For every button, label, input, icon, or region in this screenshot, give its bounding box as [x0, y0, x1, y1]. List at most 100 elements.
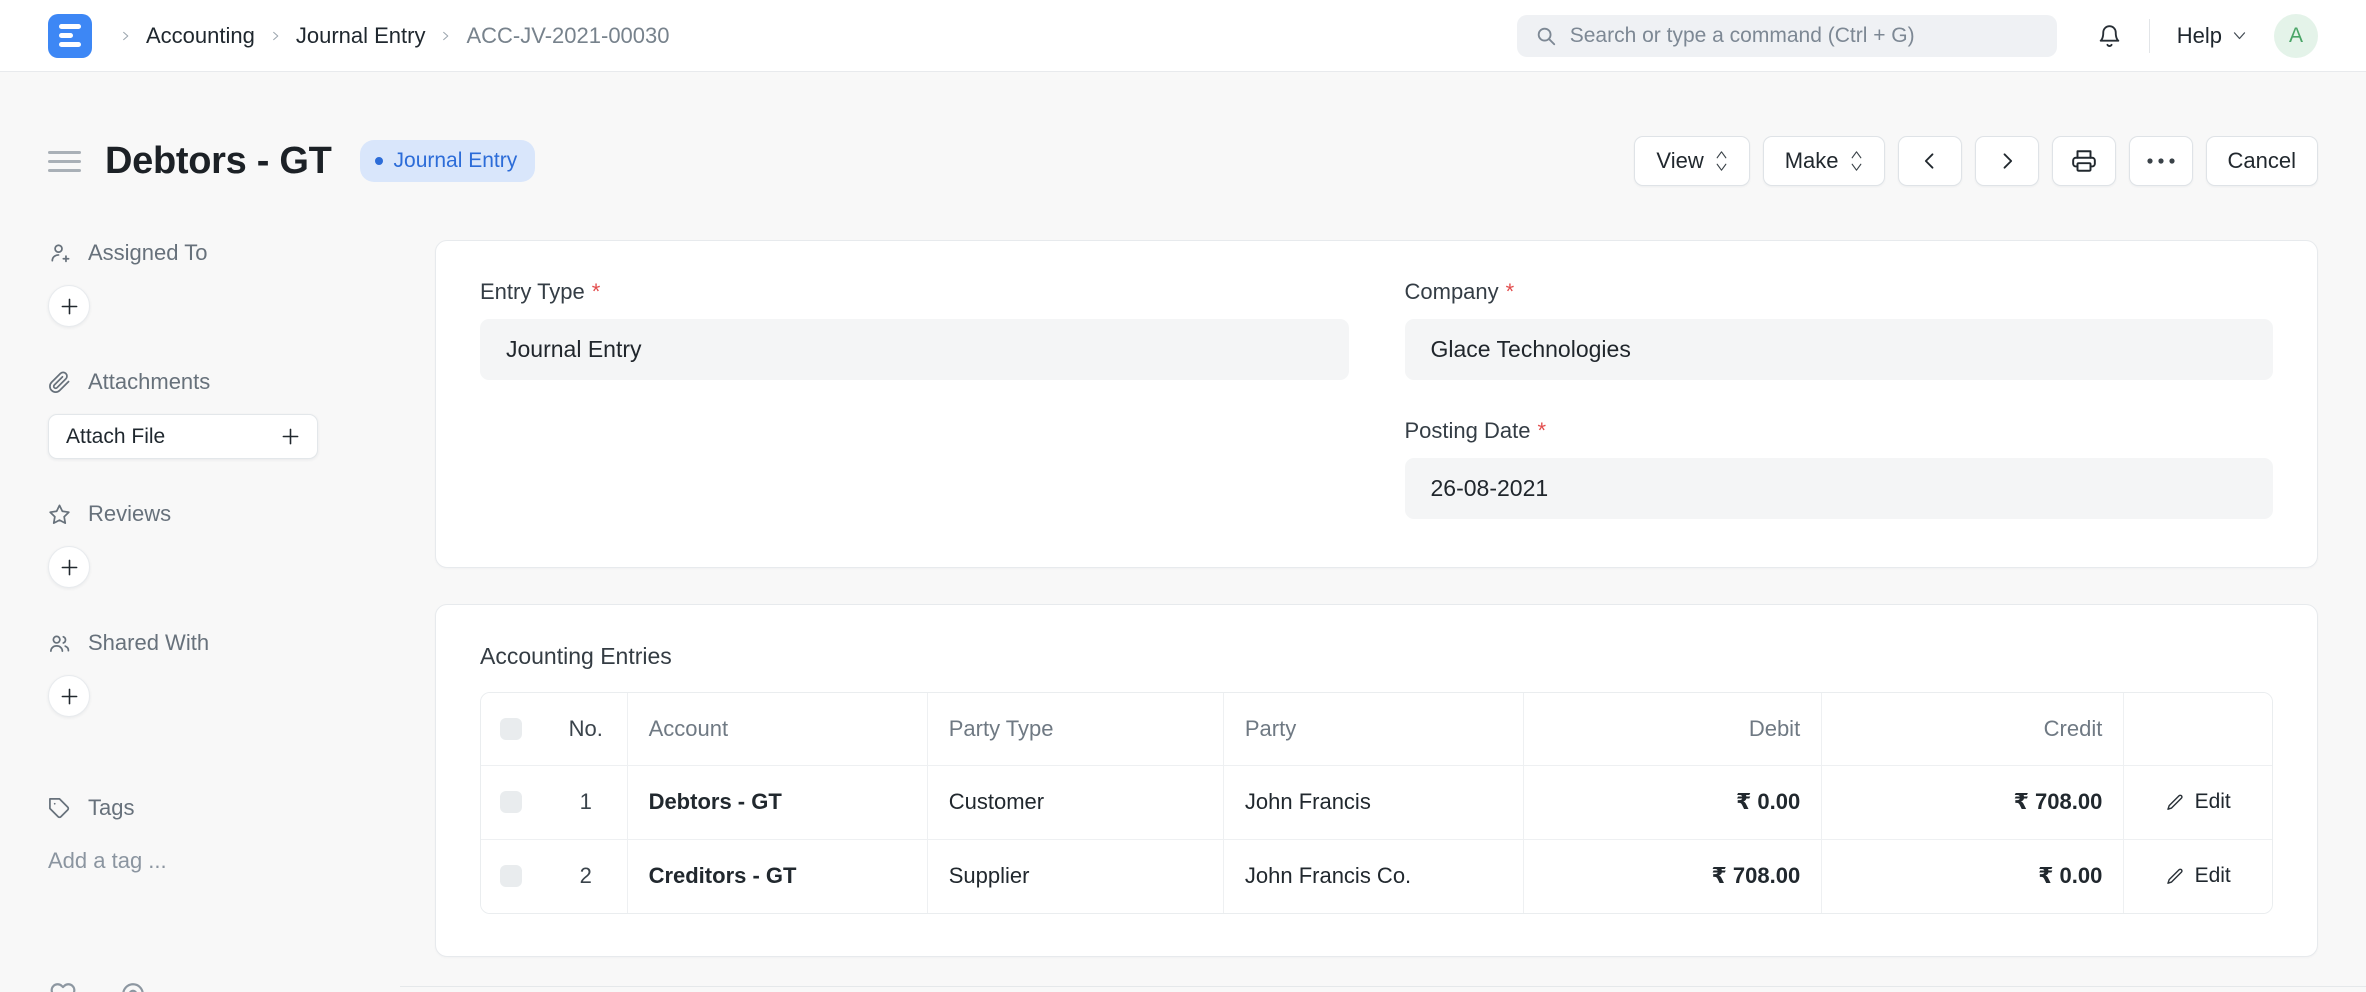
page-actions: View Make [1634, 136, 2318, 186]
eye-icon [120, 981, 146, 992]
debit-cell[interactable]: ₹ 708.00 [1524, 839, 1822, 913]
assigned-to-section: Assigned To [48, 240, 435, 266]
next-document-button[interactable] [1975, 136, 2039, 186]
star-icon [48, 503, 71, 526]
row-checkbox[interactable] [500, 791, 522, 813]
chevron-right-icon [120, 27, 131, 45]
column-header-no: No. [545, 693, 627, 765]
party-type-cell[interactable]: Supplier [927, 839, 1223, 913]
party-type-cell[interactable]: Customer [927, 765, 1223, 839]
breadcrumb-journal-entry[interactable]: Journal Entry [296, 23, 426, 49]
sidebar-footer-icons [50, 981, 146, 992]
notifications-button[interactable] [2097, 22, 2122, 49]
attachments-label: Attachments [88, 369, 210, 395]
bell-icon [2097, 22, 2122, 49]
help-label: Help [2177, 23, 2222, 49]
tags-label: Tags [88, 795, 134, 821]
credit-cell[interactable]: ₹ 708.00 [1822, 765, 2124, 839]
company-field: Company * Glace Technologies [1405, 279, 2274, 380]
chevron-right-icon [1997, 151, 2017, 171]
tags-section: Tags [48, 795, 435, 821]
attachments-section: Attachments [48, 369, 435, 395]
plus-icon [60, 558, 79, 577]
row-checkbox[interactable] [500, 865, 522, 887]
entry-type-input[interactable]: Journal Entry [480, 319, 1349, 380]
entry-type-label: Entry Type [480, 279, 585, 305]
navbar-divider [2149, 19, 2150, 53]
chevron-down-icon [2232, 31, 2247, 41]
shared-with-section: Shared With [48, 630, 435, 656]
column-header-party: Party [1223, 693, 1523, 765]
edit-row-button[interactable]: Edit [2145, 864, 2251, 888]
assigned-to-label: Assigned To [88, 240, 207, 266]
chevron-right-icon [270, 27, 281, 45]
posting-date-input[interactable]: 26-08-2021 [1405, 458, 2274, 519]
edit-row-button[interactable]: Edit [2145, 790, 2251, 814]
pencil-icon [2166, 793, 2185, 812]
page-header: Debtors - GT Journal Entry View Make [48, 134, 2318, 188]
reviews-section: Reviews [48, 501, 435, 527]
select-chevrons-icon [1850, 148, 1863, 174]
select-all-checkbox[interactable] [500, 718, 522, 740]
table-row: 1 Debtors - GT Customer John Francis ₹ 0… [481, 765, 2272, 839]
sidebar-toggle-icon[interactable] [48, 147, 81, 176]
accounting-entries-card: Accounting Entries No. Account [435, 604, 2318, 957]
party-cell[interactable]: John Francis [1223, 765, 1523, 839]
status-badge-label: Journal Entry [394, 149, 518, 173]
attach-file-label: Attach File [66, 425, 165, 449]
plus-icon [281, 427, 300, 446]
cancel-button[interactable]: Cancel [2206, 136, 2318, 186]
account-cell[interactable]: Debtors - GT [627, 765, 927, 839]
debit-cell[interactable]: ₹ 0.00 [1524, 765, 1822, 839]
previous-document-button[interactable] [1898, 136, 1962, 186]
section-divider [400, 986, 2366, 987]
plus-icon [60, 297, 79, 316]
attach-file-button[interactable]: Attach File [48, 414, 318, 459]
view-button[interactable]: View [1634, 136, 1749, 186]
select-chevrons-icon [1715, 148, 1728, 174]
journal-entry-form-card: Entry Type * Journal Entry Company * Gla… [435, 240, 2318, 568]
accounting-entries-title: Accounting Entries [480, 643, 2273, 670]
status-badge: Journal Entry [360, 140, 536, 182]
badge-dot [375, 157, 383, 165]
row-number: 1 [545, 765, 627, 839]
add-review-button[interactable] [48, 546, 90, 588]
company-label: Company [1405, 279, 1499, 305]
search-placeholder: Search or type a command (Ctrl + G) [1570, 24, 1915, 48]
company-input[interactable]: Glace Technologies [1405, 319, 2274, 380]
app-logo[interactable] [48, 14, 92, 58]
user-avatar[interactable]: A [2274, 14, 2318, 58]
right-column: Company * Glace Technologies Posting Dat… [1405, 279, 2274, 519]
add-tag-input[interactable]: Add a tag ... [48, 848, 435, 874]
search-input[interactable]: Search or type a command (Ctrl + G) [1517, 15, 2057, 57]
posting-date-field: Posting Date * 26-08-2021 [1405, 418, 2274, 519]
credit-cell[interactable]: ₹ 0.00 [1822, 839, 2124, 913]
reviews-label: Reviews [88, 501, 171, 527]
party-cell[interactable]: John Francis Co. [1223, 839, 1523, 913]
make-button[interactable]: Make [1763, 136, 1885, 186]
shared-with-label: Shared With [88, 630, 209, 656]
page-title: Debtors - GT [105, 140, 332, 183]
table-header-row: No. Account Party Type Party Debit Credi… [481, 693, 2272, 765]
content-area: Assigned To Attachments Attach File Revi… [0, 240, 2366, 957]
required-marker: * [592, 279, 601, 305]
required-marker: * [1537, 418, 1546, 444]
heart-icon [50, 981, 76, 992]
users-icon [48, 632, 71, 655]
account-cell[interactable]: Creditors - GT [627, 839, 927, 913]
table-row: 2 Creditors - GT Supplier John Francis C… [481, 839, 2272, 913]
column-header-account: Account [627, 693, 927, 765]
ellipsis-icon [2145, 157, 2177, 165]
chevron-left-icon [1920, 151, 1940, 171]
more-options-button[interactable] [2129, 136, 2193, 186]
tag-icon [48, 797, 71, 820]
column-header-actions [2124, 693, 2272, 765]
column-header-party-type: Party Type [927, 693, 1223, 765]
accounting-entries-table: No. Account Party Type Party Debit Credi… [480, 692, 2273, 914]
breadcrumb-accounting[interactable]: Accounting [146, 23, 255, 49]
breadcrumb: Accounting Journal Entry ACC-JV-2021-000… [120, 23, 670, 49]
add-assignment-button[interactable] [48, 285, 90, 327]
add-share-button[interactable] [48, 675, 90, 717]
help-menu[interactable]: Help [2177, 23, 2247, 49]
print-button[interactable] [2052, 136, 2116, 186]
